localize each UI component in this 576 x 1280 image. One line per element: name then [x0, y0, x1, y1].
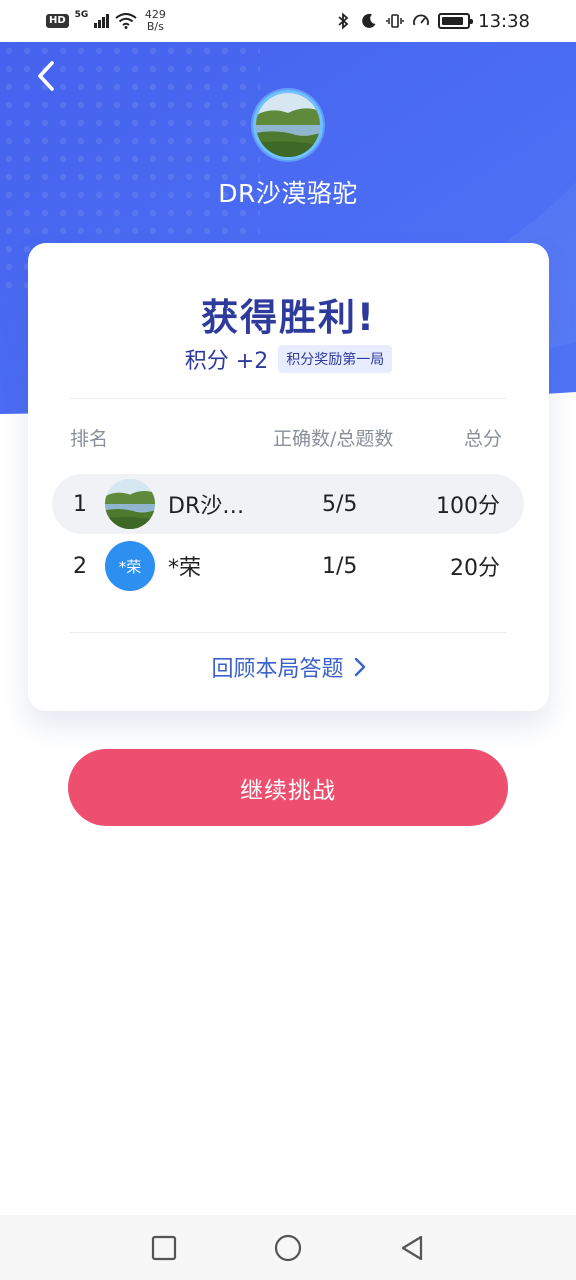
bluetooth-icon	[338, 12, 349, 30]
home-button[interactable]	[273, 1233, 303, 1263]
column-ratio: 正确数/总题数	[273, 428, 394, 450]
chevron-right-icon	[354, 657, 365, 677]
column-points: 总分	[463, 428, 502, 450]
navigation-bar	[0, 1215, 576, 1280]
battery-icon	[438, 13, 474, 29]
player-name: DR沙…	[168, 494, 245, 519]
chevron-left-icon	[38, 61, 54, 91]
player-points: 100分	[436, 494, 500, 519]
network-type: 5G	[74, 10, 89, 20]
back-button[interactable]	[28, 58, 64, 94]
rank: 2	[73, 553, 87, 579]
table-row: 2 *荣 *荣 1/5 20分	[52, 536, 524, 596]
username: DR沙漠骆驼	[218, 179, 358, 208]
clock: 13:38	[478, 10, 530, 32]
landscape-photo	[105, 479, 155, 529]
signal-icon	[94, 14, 109, 28]
moon-icon	[362, 13, 376, 28]
divider	[70, 632, 506, 633]
player-avatar: *荣	[105, 541, 155, 591]
score-tag: 积分奖励第一局	[278, 345, 393, 373]
network-speed: 429 B/s	[145, 9, 166, 33]
recent-apps-button[interactable]	[149, 1233, 179, 1263]
hd-badge: HD	[46, 14, 69, 28]
speedometer-icon	[413, 14, 430, 26]
table-row: 1 DR沙… 5/5 100分	[52, 474, 524, 534]
square-recent-icon	[151, 1235, 177, 1260]
result-title: 获得胜利!	[201, 296, 376, 339]
player-points: 20分	[450, 556, 500, 581]
user-avatar	[253, 90, 323, 160]
player-name: *荣	[168, 556, 202, 581]
status-bar: HD 5G 429 B/s 13:38	[0, 0, 576, 42]
divider	[70, 398, 506, 399]
player-ratio: 1/5	[322, 553, 358, 579]
speed-unit: B/s	[146, 20, 164, 33]
circle-home-icon	[274, 1234, 302, 1261]
review-answers-link[interactable]: 回顾本局答题	[28, 651, 549, 683]
back-nav-button[interactable]	[397, 1233, 427, 1263]
player-ratio: 5/5	[322, 491, 358, 517]
review-link-label: 回顾本局答题	[211, 657, 344, 682]
player-avatar	[105, 479, 155, 529]
column-rank: 排名	[70, 428, 109, 450]
rank: 1	[73, 491, 87, 517]
continue-challenge-button[interactable]: 继续挑战	[68, 749, 508, 826]
score-text: 积分 +2	[184, 349, 269, 374]
result-card: 获得胜利! 积分 +2 积分奖励第一局 排名 正确数/总题数 总分 1 DR沙……	[28, 243, 549, 711]
landscape-photo	[256, 93, 320, 157]
vibrate-icon	[386, 14, 404, 28]
triangle-back-icon	[401, 1235, 423, 1260]
wifi-icon	[115, 13, 137, 29]
score-line: 积分 +2 积分奖励第一局	[28, 343, 549, 375]
